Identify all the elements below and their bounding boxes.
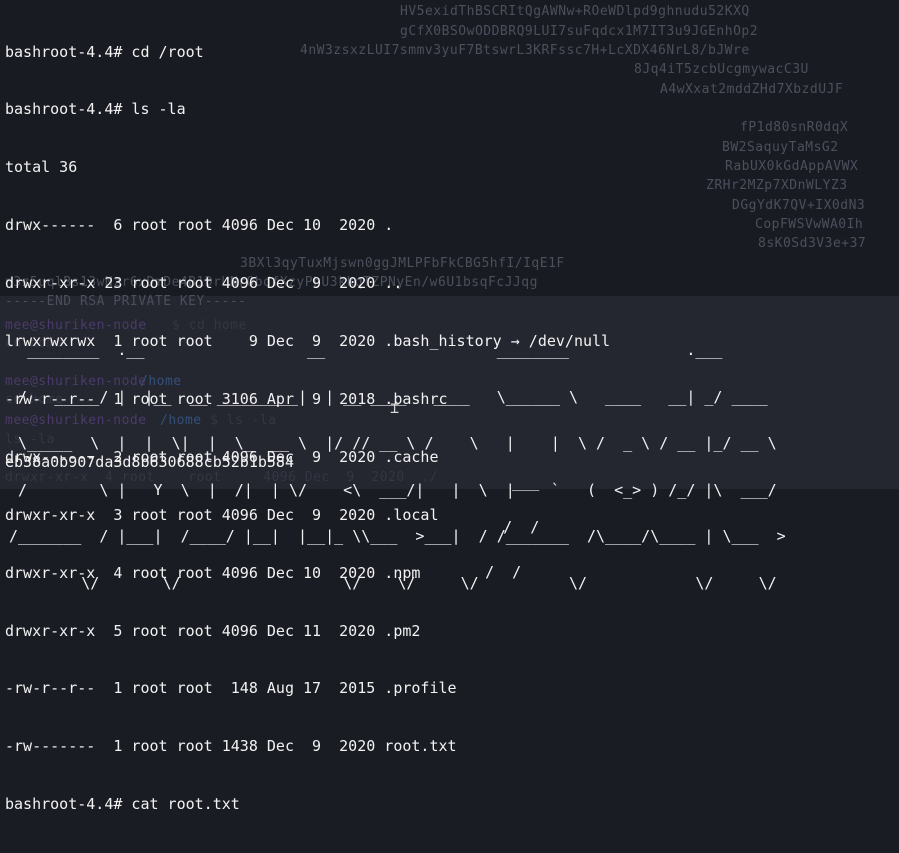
ghost-key-line: BW2SaquyTaMsG2: [722, 140, 839, 155]
terminal-line: drwxr-xr-x 23 root root 4096 Dec 9 2020 …: [5, 274, 403, 293]
ghost-key-line: 8sK0Sd3V3e+37: [758, 236, 867, 251]
terminal-line: bashroot-4.4# cat root.txt: [5, 795, 240, 814]
terminal-line: drwx------ 6 root root 4096 Dec 10 2020 …: [5, 216, 394, 235]
ascii-art-line: / \ | Y \ | /| | \/ <\ ___/| | \ | ` ( <…: [0, 480, 795, 499]
ghost-key-line: CopFWSVwWA0Ih: [755, 217, 864, 232]
slash-art-line: / /: [458, 563, 522, 581]
slash-art-fragment: ___ / / / /: [458, 445, 539, 610]
slash-art-line: ___: [458, 473, 540, 491]
terminal-window[interactable]: HV5exidThBSCRItQgAWNw+ROeWDlpd9ghnudu52K…: [0, 0, 899, 813]
ascii-art-line: \/ \/ \/ \/ \/ \/ \/ \/: [0, 573, 795, 592]
root-flag-hash[interactable]: eb38a0b907da3d8b630688cb52b1b584: [5, 453, 294, 471]
ghost-key-line: A4wXxat2mddZHd7XbzdUJF: [660, 82, 844, 97]
terminal-line: -rw------- 1 root root 1438 Dec 9 2020 r…: [5, 737, 457, 756]
terminal-line: bashroot-4.4# cd /root: [5, 42, 204, 61]
ascii-art-line: \_____ \ | | \| | \_ __ \ |/ // __ \ / \…: [0, 434, 795, 452]
ascii-art-line: ________ .__ __ ________ .___: [0, 341, 804, 359]
ascii-art-line: / _____/ | |__ __ _________| | __ ____ _…: [0, 387, 795, 406]
terminal-line: total 36: [5, 158, 78, 177]
terminal-line: drwxr-xr-x 5 root root 4096 Dec 11 2020 …: [5, 621, 421, 640]
ghost-key-line: fP1d80snR0dqX: [740, 120, 849, 135]
terminal-line: -rw-r--r-- 1 root root 148 Aug 17 2015 .…: [5, 679, 457, 698]
ghost-key-line: ZRHr2MZp7XDnWLYZ3: [706, 178, 848, 193]
terminal-line: bashroot-4.4# ls -la: [5, 100, 186, 119]
ghost-key-line: DGgYdK7QV+IX0dN3: [732, 198, 866, 213]
ghost-key-line: 8Jq4iT5zcbUcgmywacC3U: [634, 62, 809, 77]
ghost-key-line: RabUX0kGdAppAVWX: [725, 159, 859, 174]
text-cursor-icon: ⌶: [390, 399, 400, 417]
ascii-art-line: /_______ / |___| /____/ |__| |__|_ \\___…: [0, 527, 795, 545]
slash-art-line: / /: [458, 518, 540, 536]
